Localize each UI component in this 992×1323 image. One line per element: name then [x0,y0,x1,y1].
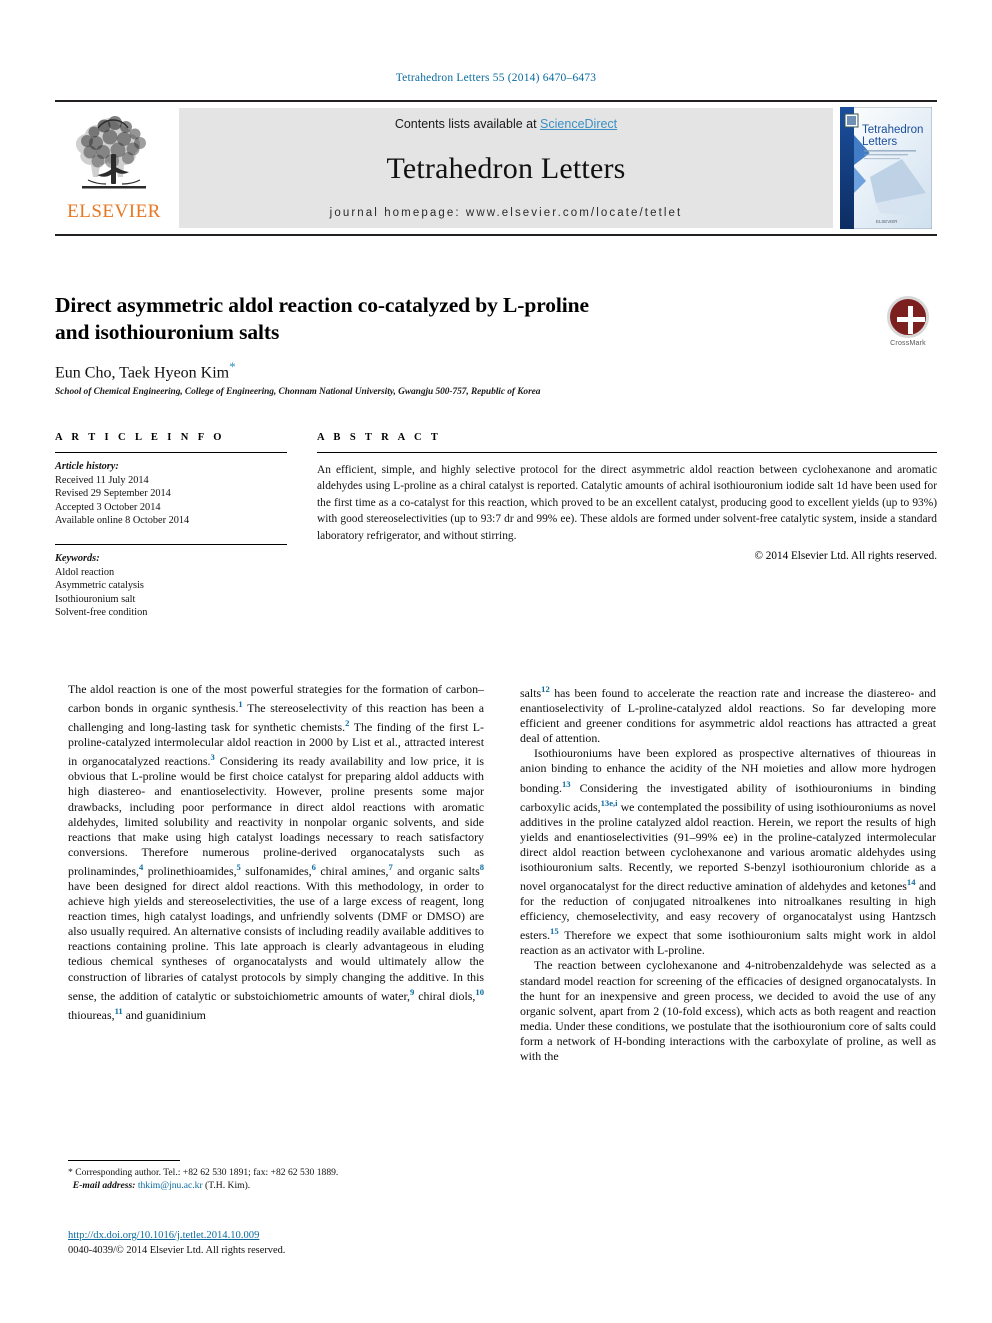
history-received: Received 11 July 2014 [55,474,149,486]
keyword-item: Asymmetric catalysis [55,580,144,592]
text-run: have been designed for direct aldol reac… [68,879,484,1003]
keyword-item: Isothiouronium salt [55,593,136,605]
text-run: sulfonamides, [240,863,312,878]
reference-marker[interactable]: 13e,i [601,798,618,808]
paragraph: The aldol reaction is one of the most po… [68,682,484,1023]
svg-text:ELSEVIER: ELSEVIER [876,219,897,224]
article-history-block: Article history: Received 11 July 2014 R… [55,453,287,528]
body-column-right: salts12 has been found to accelerate the… [520,682,936,1064]
crossmark-label: CrossMark [890,340,926,347]
journal-cover-image: Tetrahedron Letters ELSEVIER [840,107,932,229]
abstract-heading: A B S T R A C T [317,432,442,443]
contents-prefix-text: Contents lists available at [394,117,541,131]
crossmark-icon [887,296,929,338]
footnote-email-line: E-mail address: thkim@jnu.ac.kr (T.H. Ki… [68,1179,484,1192]
history-accepted: Accepted 3 October 2014 [55,501,161,513]
reference-marker[interactable]: 12 [541,684,550,694]
email-owner: (T.H. Kim). [205,1180,251,1191]
running-head: Tetrahedron Letters 55 (2014) 6470–6473 [395,72,597,84]
corresponding-author-marker[interactable]: * [229,359,236,374]
author-list: Eun Cho, Taek Hyeon Kim* [55,359,937,382]
journal-homepage-line[interactable]: journal homepage: www.elsevier.com/locat… [330,207,683,219]
paragraph: Isothiouroniums have been explored as pr… [520,746,936,958]
page-title: Direct asymmetric aldol reaction co-cata… [55,292,755,346]
footer-copyright: 0040-4039/© 2014 Elsevier Ltd. All right… [68,1245,286,1256]
text-run: chiral diols, [414,988,476,1003]
text-run: thioureas, [68,1007,115,1022]
reference-marker[interactable]: 15 [550,926,559,936]
elsevier-logo-block: ELSEVIER [55,102,173,234]
body-column-left: The aldol reaction is one of the most po… [68,682,484,1064]
abstract-column: A B S T R A C T An efficient, simple, an… [317,432,937,620]
elsevier-wordmark: ELSEVIER [67,201,161,222]
text-run: has been found to accelerate the reactio… [520,685,936,746]
article-info-heading: A R T I C L E I N F O [55,432,225,443]
elsevier-tree-icon [68,108,160,200]
masthead-center-band: Contents lists available at ScienceDirec… [179,108,833,228]
email-link[interactable]: thkim@jnu.ac.kr [138,1180,203,1191]
footnote-star-icon: * [68,1167,73,1178]
footnote-rule [68,1160,180,1161]
history-revised: Revised 29 September 2014 [55,488,171,500]
contents-available-line: Contents lists available at ScienceDirec… [395,117,617,131]
paragraph: salts12 has been found to accelerate the… [520,682,936,746]
abstract-copyright: © 2014 Elsevier Ltd. All rights reserved… [754,550,938,563]
reference-marker[interactable]: 8 [480,862,484,872]
reference-marker[interactable]: 13 [562,779,571,789]
info-abstract-section: A R T I C L E I N F O Article history: R… [55,432,937,620]
reference-marker[interactable]: 14 [907,877,916,887]
text-run: chiral amines, [315,863,389,878]
paper-page: Tetrahedron Letters 55 (2014) 6470–6473 [0,0,992,1323]
text-run: and organic salts [392,863,480,878]
article-title-line1: Direct asymmetric aldol reaction co-cata… [55,293,589,317]
title-block: Direct asymmetric aldol reaction co-cata… [55,292,937,397]
body-text: The aldol reaction is one of the most po… [68,682,936,1064]
svg-text:Letters: Letters [862,136,897,148]
text-run: Considering its ready availability and l… [68,754,484,878]
text-run: and guanidinium [122,1007,206,1022]
reference-marker[interactable]: 10 [475,987,484,997]
abstract-text: An efficient, simple, and highly selecti… [317,464,937,542]
authors-text: Eun Cho, Taek Hyeon Kim [55,364,230,382]
corresponding-author-footnote: * Corresponding author. Tel.: +82 62 530… [68,1160,484,1192]
crossmark-badge[interactable]: CrossMark [880,296,936,352]
article-title-line2: and isothiouronium salts [55,320,280,344]
keyword-item: Aldol reaction [55,566,115,578]
keywords-block: Keywords: Aldol reaction Asymmetric cata… [55,537,287,620]
journal-cover-block: Tetrahedron Letters ELSEVIER [833,102,937,234]
journal-title: Tetrahedron Letters [386,152,626,185]
text-run: Therefore we expect that some isothiouro… [520,928,936,958]
history-online: Available online 8 October 2014 [55,515,190,527]
footnote-contact-line: * Corresponding author. Tel.: +82 62 530… [68,1166,484,1179]
affiliation: School of Chemical Engineering, College … [55,387,541,398]
article-history-label: Article history: [55,461,119,472]
paragraph: The reaction between cyclohexanone and 4… [520,958,936,1063]
page-footer: http://dx.doi.org/10.1016/j.tetlet.2014.… [68,1228,568,1258]
reference-marker[interactable]: 11 [115,1006,123,1016]
keyword-item: Solvent-free condition [55,607,148,619]
svg-text:Tetrahedron: Tetrahedron [862,124,923,136]
email-label: E-mail address: [72,1180,136,1191]
text-run: prolinethioamides, [143,863,237,878]
sciencedirect-link[interactable]: ScienceDirect [540,117,617,131]
article-info-column: A R T I C L E I N F O Article history: R… [55,432,287,620]
keywords-label: Keywords: [55,552,100,564]
text-run: salts [520,685,542,700]
doi-link[interactable]: http://dx.doi.org/10.1016/j.tetlet.2014.… [68,1230,259,1241]
footnote-corresponding-text: Corresponding author. Tel.: +82 62 530 1… [75,1167,339,1178]
journal-masthead: ELSEVIER Contents lists available at Sci… [55,100,937,236]
